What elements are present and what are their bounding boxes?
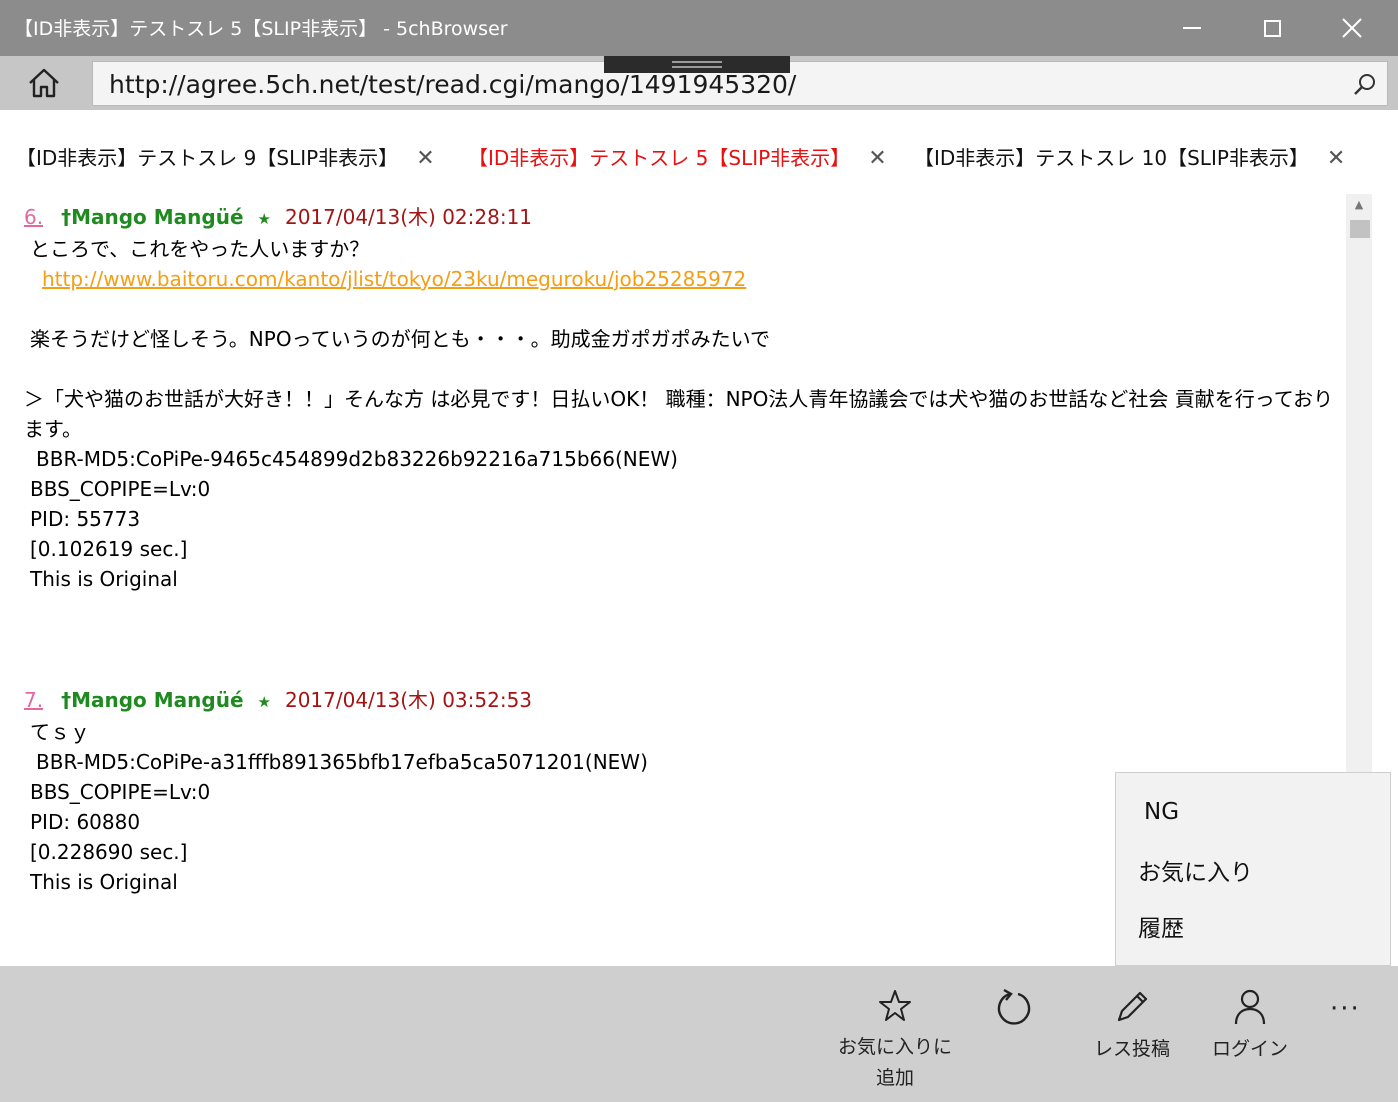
post-date: 2017/04/13(木) 03:52:53	[284, 688, 533, 712]
post-reply-button[interactable]: レス投稿	[1086, 988, 1178, 1061]
scroll-thumb[interactable]	[1350, 220, 1370, 238]
maximize-icon	[1263, 19, 1281, 37]
menu-item-history[interactable]: 履歴	[1138, 909, 1184, 943]
scroll-up-arrow-icon[interactable]: ▲	[1346, 194, 1372, 216]
minimize-button[interactable]	[1152, 0, 1232, 56]
post-original: This is Original	[30, 870, 178, 894]
post-copipe: BBS_COPIPE=Lv:0	[30, 477, 211, 501]
post-sec: [0.228690 sec.]	[30, 840, 188, 864]
star-outline-icon	[879, 990, 911, 1021]
post-header: 7. †Mango Mangüé ★ 2017/04/13(木) 03:52:53	[24, 685, 648, 717]
window-title: 【ID非表示】テストスレ 5【SLIP非表示】 - 5chBrowser	[14, 18, 508, 40]
tab-label: 【ID非表示】テストスレ 5【SLIP非表示】	[468, 146, 851, 170]
title-bar: 【ID非表示】テストスレ 5【SLIP非表示】 - 5chBrowser	[0, 0, 1398, 56]
star-icon: ★	[257, 693, 271, 711]
search-button[interactable]	[1351, 71, 1379, 99]
home-button[interactable]	[0, 56, 88, 110]
search-icon	[1354, 74, 1375, 95]
drag-handle[interactable]	[604, 56, 790, 73]
post-text: てｓｙ	[30, 720, 90, 744]
refresh-button[interactable]	[984, 988, 1044, 1036]
tab-label: 【ID非表示】テストスレ 9【SLIP非表示】	[16, 146, 399, 170]
post-date: 2017/04/13(木) 02:28:11	[284, 205, 533, 229]
tab-thread-10[interactable]: 【ID非表示】テストスレ 10【SLIP非表示】 ✕	[914, 142, 1345, 171]
close-icon	[1342, 18, 1362, 38]
home-icon	[29, 68, 59, 98]
pencil-icon	[1117, 991, 1148, 1022]
post-reply-label: レス投稿	[1093, 1038, 1170, 1060]
post-number-link[interactable]: 7.	[24, 688, 43, 712]
post-pid: PID: 55773	[30, 507, 141, 531]
post-author: †Mango Mangüé	[61, 688, 244, 712]
post-copipe: BBS_COPIPE=Lv:0	[30, 780, 211, 804]
overflow-menu: NG お気に入り 履歴	[1115, 772, 1391, 966]
vertical-scrollbar[interactable]: ▲	[1346, 194, 1372, 774]
star-icon: ★	[257, 210, 271, 228]
tab-thread-9[interactable]: 【ID非表示】テストスレ 9【SLIP非表示】 ✕	[16, 142, 435, 171]
post-pid: PID: 60880	[30, 810, 141, 834]
post-text: ところで、これをやった人いますか？	[30, 237, 370, 261]
tab-label: 【ID非表示】テストスレ 10【SLIP非表示】	[914, 146, 1309, 170]
command-bar: お気に入りに 追加 レス投稿 ログイン ···	[0, 966, 1398, 1102]
post-md5: BBR-MD5:CoPiPe-9465c454899d2b83226b92216…	[36, 447, 678, 471]
tab-close-icon[interactable]: ✕	[868, 146, 886, 171]
post-header: 6. †Mango Mangüé ★ 2017/04/13(木) 02:28:11	[24, 202, 1348, 234]
tab-close-icon[interactable]: ✕	[416, 146, 434, 171]
post-original: This is Original	[30, 567, 178, 591]
person-icon	[1234, 989, 1266, 1025]
add-favorite-label-line1: お気に入りに	[837, 1036, 952, 1058]
menu-item-ng[interactable]: NG	[1144, 799, 1179, 825]
post-author: †Mango Mangüé	[61, 205, 244, 229]
add-favorite-label-line2: 追加	[875, 1067, 914, 1089]
post-6: 6. †Mango Mangüé ★ 2017/04/13(木) 02:28:11 と…	[24, 202, 1348, 594]
post-7: 7. †Mango Mangüé ★ 2017/04/13(木) 03:52:53 て…	[24, 685, 648, 897]
tab-close-icon[interactable]: ✕	[1327, 146, 1345, 171]
post-sec: [0.102619 sec.]	[30, 537, 188, 561]
maximize-button[interactable]	[1232, 0, 1312, 56]
tab-strip: 【ID非表示】テストスレ 9【SLIP非表示】 ✕ 【ID非表示】テストスレ 5【…	[0, 110, 1398, 194]
add-favorite-button[interactable]: お気に入りに 追加	[836, 988, 954, 1090]
menu-item-favorites[interactable]: お気に入り	[1138, 853, 1253, 887]
more-icon[interactable]: ···	[1330, 994, 1359, 1024]
tab-thread-5-active[interactable]: 【ID非表示】テストスレ 5【SLIP非表示】 ✕	[468, 142, 887, 171]
post-text: 楽そうだけど怪しそう。NPOっていうのが何とも・・・。助成金ガポガポみたいで	[30, 327, 770, 351]
post-number-link[interactable]: 6.	[24, 205, 43, 229]
post-quote: ＞「犬や猫のお世話が大好き！！」そんな方 は必見です！日払いOK！ 職種：NPO…	[24, 387, 1334, 441]
post-md5: BBR-MD5:CoPiPe-a31fffb891365bfb17efba5ca…	[36, 750, 648, 774]
close-window-button[interactable]	[1312, 0, 1392, 56]
post-link[interactable]: http://www.baitoru.com/kanto/jlist/tokyo…	[24, 264, 1348, 294]
minimize-icon	[1183, 27, 1201, 29]
login-button[interactable]: ログイン	[1208, 988, 1292, 1061]
refresh-icon	[997, 988, 1031, 1025]
login-label: ログイン	[1211, 1038, 1288, 1060]
url-text: http://agree.5ch.net/test/read.cgi/mango…	[109, 70, 797, 99]
